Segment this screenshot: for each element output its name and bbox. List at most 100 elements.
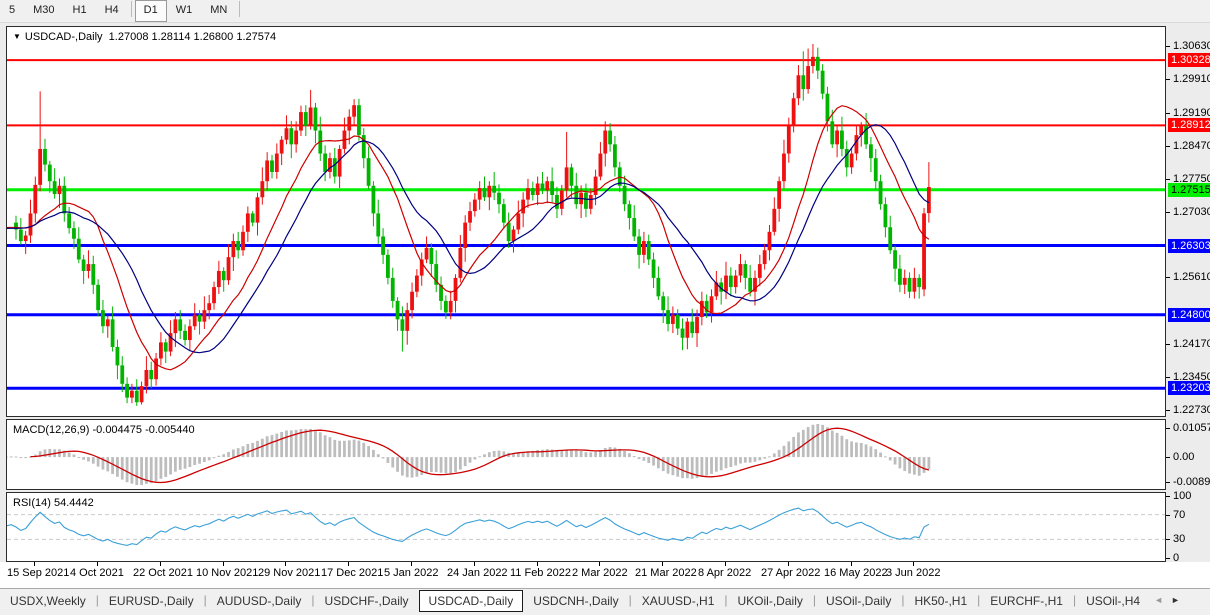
date-tick-label: 29 Nov 2021: [258, 567, 320, 579]
tab-scroll-right-icon[interactable]: ►: [1167, 589, 1184, 605]
tab-eurusd-daily[interactable]: EURUSD-,Daily: [99, 590, 204, 612]
price-tick-label: 1.25610: [1173, 271, 1210, 283]
price-badge-124800: 1.24800: [1168, 308, 1210, 322]
rsi-tick-label: 30: [1173, 533, 1185, 545]
price-badge-128912: 1.28912: [1168, 118, 1210, 132]
date-tick-label: 27 Apr 2022: [761, 567, 820, 579]
timeframe-button-h4[interactable]: H4: [96, 0, 128, 20]
price-tick-mark: [1166, 377, 1170, 378]
chart-symbol: USDCAD-,Daily: [25, 31, 103, 43]
date-tick-mark: [662, 562, 663, 566]
price-tick-label: 1.24170: [1173, 338, 1210, 350]
ohlc-low: 1.26800: [194, 31, 234, 43]
rsi-title: RSI(14) 54.4442: [13, 497, 94, 509]
date-tick-mark: [160, 562, 161, 566]
rsi-label: RSI(14): [13, 497, 51, 509]
tab-usdchf-daily[interactable]: USDCHF-,Daily: [315, 590, 419, 612]
date-tick-label: 17 Dec 2021: [321, 567, 383, 579]
chart-title: ▼USDCAD-,Daily 1.27008 1.28114 1.26800 1…: [13, 31, 276, 43]
date-tick-mark: [599, 562, 600, 566]
date-tick-label: 2 Mar 2022: [572, 567, 628, 579]
rsi-chart[interactable]: [7, 493, 1165, 561]
macd-label: MACD(12,26,9): [13, 424, 89, 436]
candlestick-chart[interactable]: [7, 27, 1165, 416]
timeframe-button-5[interactable]: 5: [0, 0, 24, 20]
price-tick-mark: [1166, 277, 1170, 278]
price-tick-label: 1.30630: [1173, 40, 1210, 52]
macd-tick-mark: [1166, 428, 1170, 429]
price-tick-label: 1.27030: [1173, 206, 1210, 218]
ohlc-high: 1.28114: [152, 31, 191, 43]
price-tick-mark: [1166, 146, 1170, 147]
macd-panel[interactable]: MACD(12,26,9) -0.004475 -0.005440: [6, 419, 1166, 490]
tab-usdcad-daily[interactable]: USDCAD-,Daily: [419, 590, 524, 612]
date-tick-mark: [913, 562, 914, 566]
date-tick-mark: [851, 562, 852, 566]
chart-dropdown-icon[interactable]: ▼: [13, 32, 21, 41]
tab-audusd-daily[interactable]: AUDUSD-,Daily: [207, 590, 312, 612]
rsi-panel[interactable]: RSI(14) 54.4442: [6, 492, 1166, 562]
date-tick-label: 10 Nov 2021: [196, 567, 258, 579]
tab-xauusd-h1[interactable]: XAUUSD-,H1: [632, 590, 725, 612]
price-tick-label: 1.22730: [1173, 404, 1210, 416]
date-tick-label: 11 Feb 2022: [510, 567, 571, 579]
rsi-tick-mark: [1166, 515, 1170, 516]
date-tick-mark: [223, 562, 224, 566]
tab-ukoil-daily[interactable]: UKOil-,Daily: [728, 590, 813, 612]
price-tick-label: 1.28470: [1173, 140, 1210, 152]
tab-eurchf-h1[interactable]: EURCHF-,H1: [980, 590, 1073, 612]
date-tick-mark: [788, 562, 789, 566]
price-tick-mark: [1166, 344, 1170, 345]
price-tick-mark: [1166, 46, 1170, 47]
macd-tick-label: -0.00896: [1173, 476, 1210, 488]
tab-scroll-left-icon[interactable]: ◄: [1150, 589, 1167, 605]
date-tick-label: 21 Mar 2022: [635, 567, 697, 579]
date-tick-mark: [474, 562, 475, 566]
rsi-tick-label: 70: [1173, 509, 1185, 521]
ohlc-close: 1.27574: [236, 31, 276, 43]
date-tick-label: 15 Sep 2021: [7, 567, 69, 579]
toolbar-separator: [239, 1, 240, 17]
price-axis: 1.306301.299101.291901.284701.277501.270…: [1166, 26, 1210, 588]
price-badge-123203: 1.23203: [1168, 381, 1210, 395]
timeframe-button-d1[interactable]: D1: [135, 0, 167, 22]
price-tick-mark: [1166, 179, 1170, 180]
price-badge-127515: 1.27515: [1168, 183, 1210, 197]
date-tick-mark: [537, 562, 538, 566]
price-tick-mark: [1166, 212, 1170, 213]
timeframe-toolbar: 5M30H1H4 D1W1MN: [0, 0, 1210, 23]
toolbar-separator: [131, 1, 132, 17]
rsi-tick-mark: [1166, 539, 1170, 540]
timeframe-button-h1[interactable]: H1: [64, 0, 96, 20]
date-tick-label: 3 Jun 2022: [886, 567, 940, 579]
price-tick-mark: [1166, 113, 1170, 114]
date-axis: 15 Sep 20214 Oct 202122 Oct 202110 Nov 2…: [0, 562, 1210, 588]
date-tick-mark: [285, 562, 286, 566]
timeframe-button-mn[interactable]: MN: [201, 0, 236, 20]
rsi-tick-mark: [1166, 496, 1170, 497]
tab-usdcnh-daily[interactable]: USDCNH-,Daily: [523, 590, 628, 612]
rsi-tick-mark: [1166, 558, 1170, 559]
tab-hk50-h1[interactable]: HK50-,H1: [904, 590, 977, 612]
date-tick-mark: [411, 562, 412, 566]
price-badge-126303: 1.26303: [1168, 239, 1210, 253]
date-tick-mark: [348, 562, 349, 566]
timeframe-button-w1[interactable]: W1: [167, 0, 202, 20]
date-tick-label: 5 Jan 2022: [384, 567, 438, 579]
price-badge-130328: 1.30328: [1168, 53, 1210, 67]
tab-usoil-h4[interactable]: USOil-,H4: [1076, 590, 1150, 612]
tab-usdx-weekly[interactable]: USDX,Weekly: [0, 590, 96, 612]
date-tick-label: 22 Oct 2021: [133, 567, 193, 579]
timeframe-button-m30[interactable]: M30: [24, 0, 63, 20]
tab-usoil-daily[interactable]: USOil-,Daily: [816, 590, 901, 612]
macd-tick-mark: [1166, 482, 1170, 483]
symbol-tab-bar: USDX,Weekly|EURUSD-,Daily|AUDUSD-,Daily|…: [0, 588, 1210, 615]
rsi-value: 54.4442: [51, 497, 94, 509]
date-tick-label: 16 May 2022: [824, 567, 888, 579]
main-chart-panel[interactable]: ▼USDCAD-,Daily 1.27008 1.28114 1.26800 1…: [6, 26, 1166, 417]
date-tick-mark: [34, 562, 35, 566]
price-tick-mark: [1166, 79, 1170, 80]
macd-tick-label: 0.010578: [1173, 422, 1210, 434]
macd-values: -0.004475 -0.005440: [89, 424, 194, 436]
price-tick-mark: [1166, 410, 1170, 411]
